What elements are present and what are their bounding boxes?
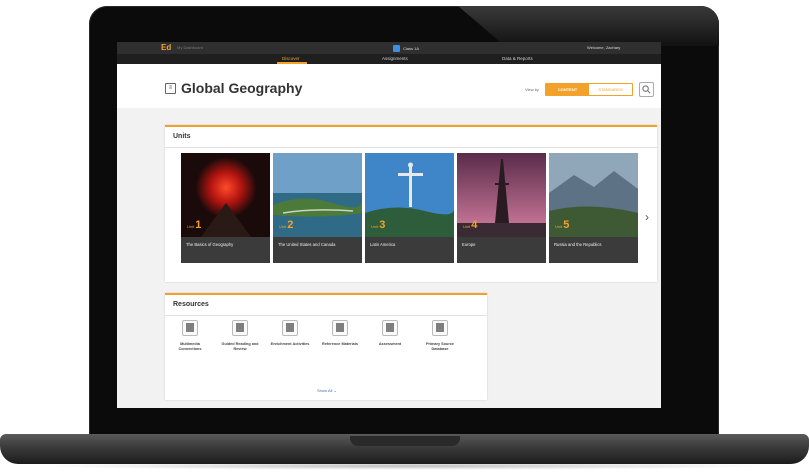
class-icon [393,44,400,52]
unit-card-1[interactable]: Unit 1 The Basics of Geography [181,153,270,263]
unit-title: Europe [462,242,476,247]
divider [165,315,487,316]
toggle-content[interactable]: CONTENT [546,84,589,95]
unit-number: Unit 3 [371,219,386,231]
app-screen: Ed My Dashboard Class 1A Welcome, Zachar… [117,42,661,408]
search-button[interactable] [639,82,654,97]
unit-number: Unit 2 [279,219,294,231]
view-by-label: View by [525,87,539,92]
unit-card-3[interactable]: Unit 3 Latin America [365,153,454,263]
search-icon [642,85,651,94]
main-nav: Discover Assignments Data & Reports [117,54,661,64]
resource-label: Multimedia Connections [178,342,202,351]
resource-label: Reference Materials [322,342,358,346]
nav-discover[interactable]: Discover [282,56,300,61]
class-label: Class 1A [403,45,420,51]
resource-guided-reading[interactable]: Guided Reading and Review [220,320,260,352]
user-menu[interactable]: Welcome, Zachary [587,45,620,50]
unit-card-2[interactable]: Unit 2 The United States and Canada [273,153,362,263]
resource-label: Primary Source Database [425,342,455,351]
page-title: Global Geography [181,80,303,96]
nav-assignments[interactable]: Assignments [382,56,408,61]
unit-title: Latin America [370,242,396,247]
show-all-link[interactable]: Show All ⌄ [317,388,337,393]
unit-number: Unit 5 [555,219,570,231]
resource-label: Guided Reading and Review [221,342,259,351]
logo-subtitle: My Dashboard [177,45,204,50]
resource-multimedia[interactable]: Multimedia Connections [170,320,210,352]
toggle-standards[interactable]: STANDARDS [589,84,632,95]
unit-title: The Basics of Geography [186,242,234,247]
notebook-icon [232,320,248,336]
chevron-right-icon[interactable]: › [645,210,649,224]
resource-assessment[interactable]: Assessment [370,320,410,347]
lightbulb-icon [282,320,298,336]
unit-number: Unit 4 [463,219,478,231]
resource-reference[interactable]: Reference Materials [320,320,360,347]
books-icon [332,320,348,336]
resource-enrichment[interactable]: Enrichment Activities [270,320,310,347]
nav-data-reports[interactable]: Data & Reports [502,56,533,61]
archive-icon [432,320,448,336]
resources-title: Resources [173,301,209,308]
clipboard-icon [382,320,398,336]
resource-label: Assessment [378,342,402,346]
unit-card-5[interactable]: Unit 5 Russia and the Republics [549,153,638,263]
unit-number: Unit 1 [187,219,202,231]
multimedia-icon [182,320,198,336]
unit-card-4[interactable]: Unit 4 Europe [457,153,546,263]
laptop-notch [350,436,460,446]
class-selector[interactable]: Class 1A [393,44,419,52]
app-logo[interactable]: Ed [161,43,171,52]
top-bar: Ed My Dashboard Class 1A Welcome, Zachar… [117,42,661,54]
view-toggle: CONTENT STANDARDS [545,83,633,96]
resource-label: Enrichment Activities [270,342,310,346]
units-title: Units [173,133,191,140]
resource-primary-source[interactable]: Primary Source Database [420,320,460,352]
unit-title: Russia and the Republics [554,242,602,247]
book-icon[interactable]: ≡ [165,83,176,94]
unit-title: The United States and Canada [278,242,336,247]
divider [165,147,657,148]
